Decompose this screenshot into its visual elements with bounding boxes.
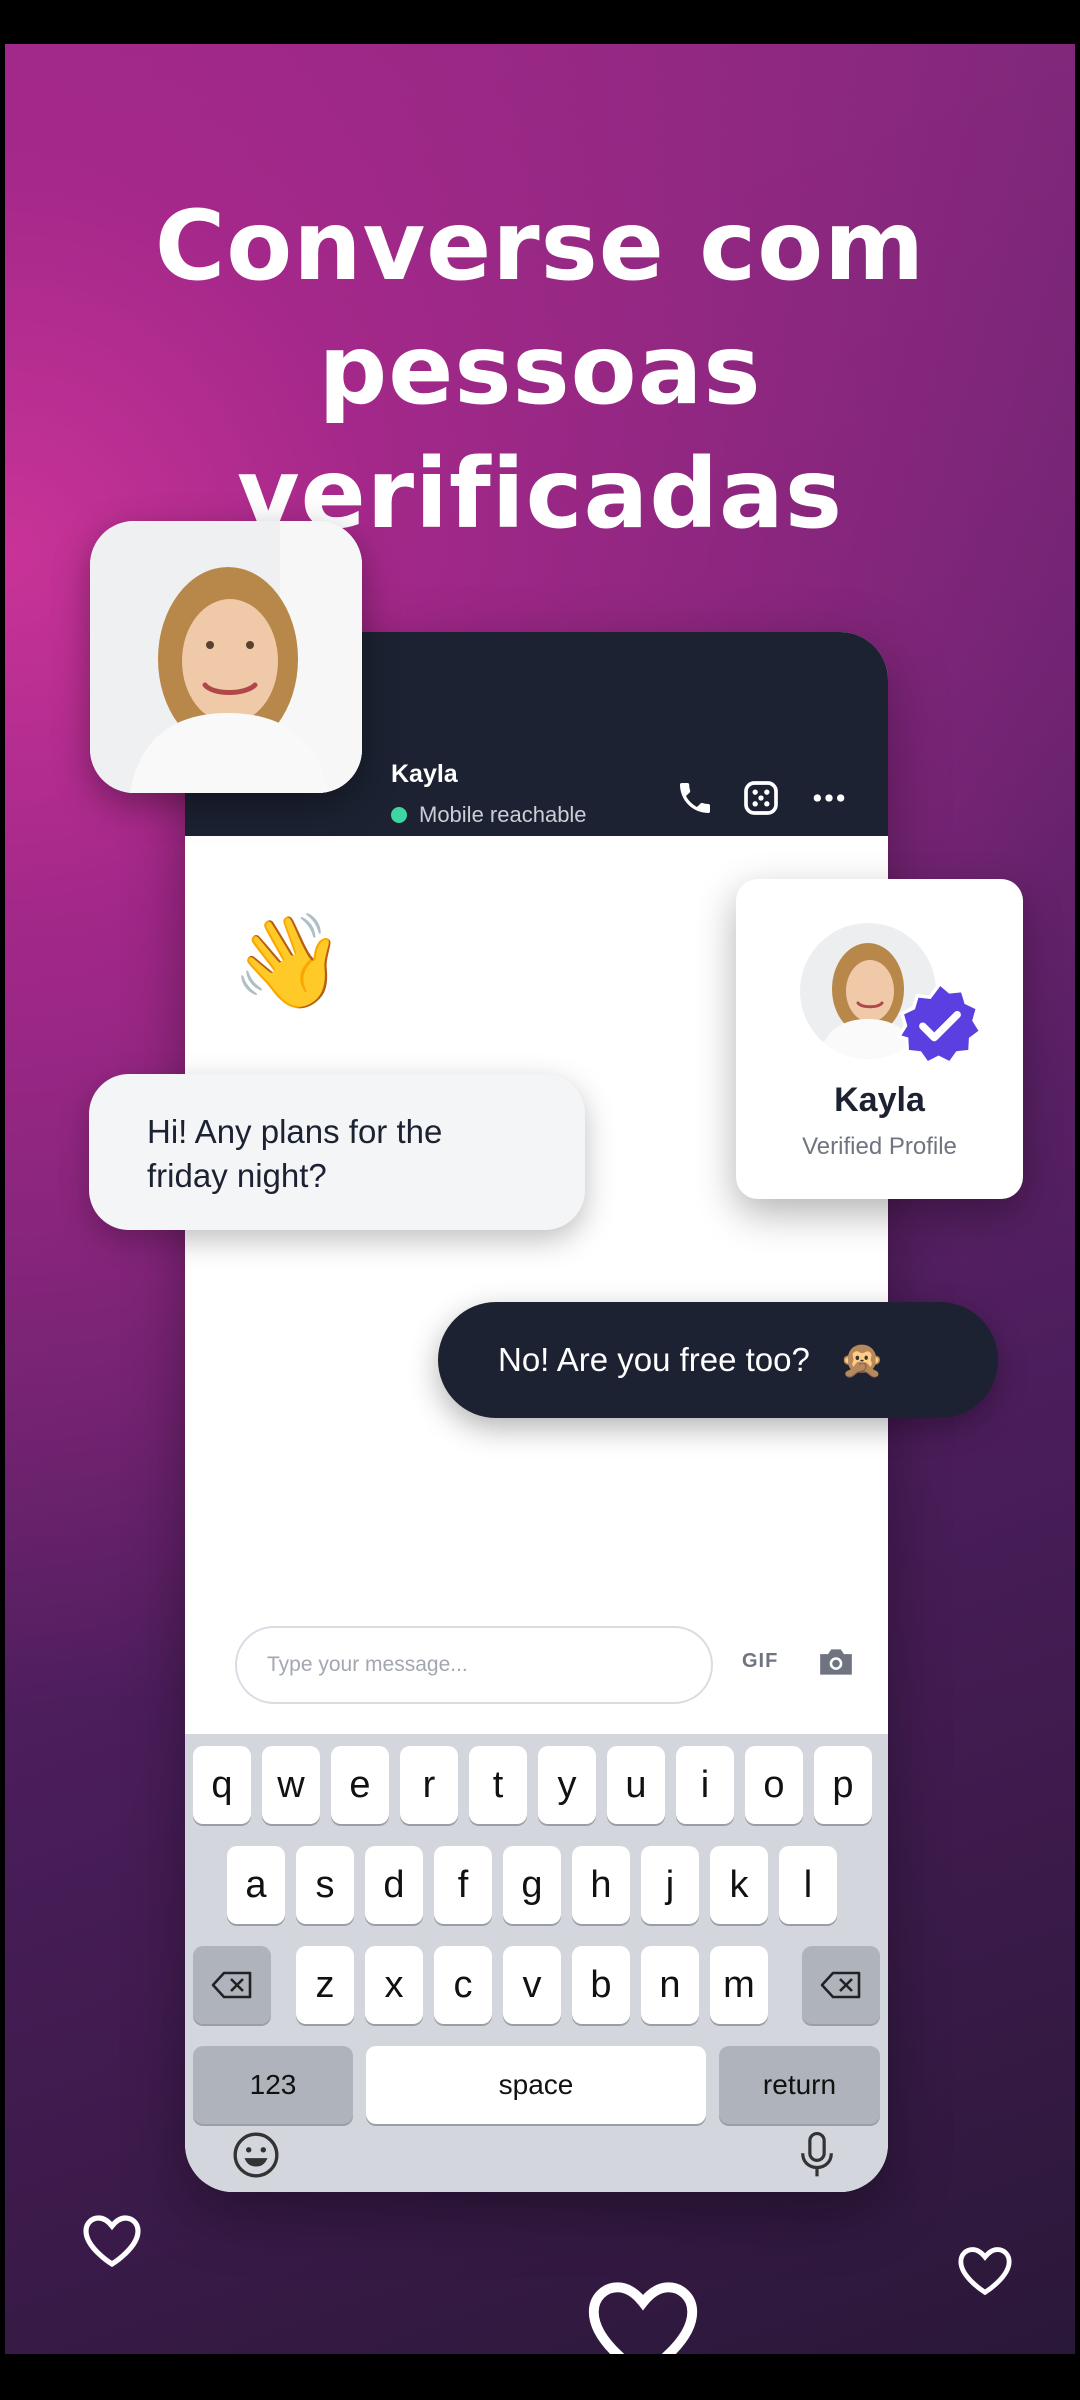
message-input[interactable] (235, 1626, 713, 1704)
emoji-icon[interactable] (231, 2130, 281, 2180)
key-x[interactable]: x (365, 1946, 423, 2024)
camera-icon[interactable] (817, 1646, 855, 1678)
key-c[interactable]: c (434, 1946, 492, 2024)
key-l[interactable]: l (779, 1846, 837, 1924)
contact-name: Kayla (391, 760, 458, 788)
key-j[interactable]: j (641, 1846, 699, 1924)
contact-status: Mobile reachable (391, 802, 587, 828)
key-o[interactable]: o (745, 1746, 803, 1824)
outgoing-message-text: No! Are you free too? (498, 1341, 810, 1378)
video-dice-icon[interactable] (741, 778, 781, 818)
headline: Converse com pessoas verificadas (5, 184, 1075, 556)
backspace-icon (211, 1971, 252, 1999)
keyboard: q w e r t y u i o p a s d f g h j k l z … (185, 1734, 888, 2192)
online-dot (391, 807, 407, 823)
key-b[interactable]: b (572, 1946, 630, 2024)
profile-photo-card (90, 521, 362, 793)
gif-button[interactable]: GIF (742, 1650, 778, 1673)
verified-profile-card[interactable]: Kayla Verified Profile (736, 879, 1023, 1199)
incoming-message-bubble: Hi! Any plans for the friday night? (89, 1074, 585, 1230)
key-r[interactable]: r (400, 1746, 458, 1824)
key-m[interactable]: m (710, 1946, 768, 2024)
headline-line-1: Converse com (154, 190, 926, 302)
backspace-key-left[interactable] (193, 1946, 271, 2024)
avatar (90, 521, 362, 793)
key-s[interactable]: s (296, 1846, 354, 1924)
key-f[interactable]: f (434, 1846, 492, 1924)
wave-emoji: 👋 (231, 911, 346, 1013)
key-e[interactable]: e (331, 1746, 389, 1824)
phone-icon[interactable] (675, 778, 715, 818)
heart-icon (83, 2215, 141, 2268)
key-y[interactable]: y (538, 1746, 596, 1824)
numbers-key[interactable]: 123 (193, 2046, 353, 2124)
outgoing-message-bubble: No! Are you free too? 🙊 (438, 1302, 998, 1418)
verified-badge-icon (896, 981, 984, 1066)
key-t[interactable]: t (469, 1746, 527, 1824)
key-n[interactable]: n (641, 1946, 699, 2024)
key-g[interactable]: g (503, 1846, 561, 1924)
status-text: Mobile reachable (419, 802, 587, 827)
backspace-icon (820, 1971, 861, 1999)
key-d[interactable]: d (365, 1846, 423, 1924)
space-key[interactable]: space (366, 2046, 706, 2124)
more-icon[interactable] (809, 778, 849, 818)
key-w[interactable]: w (262, 1746, 320, 1824)
key-q[interactable]: q (193, 1746, 251, 1824)
monkey-emoji: 🙊 (839, 1339, 885, 1380)
verified-name: Kayla (834, 1081, 925, 1119)
microphone-icon[interactable] (795, 2130, 839, 2180)
headline-line-2: pessoas (318, 314, 762, 426)
key-h[interactable]: h (572, 1846, 630, 1924)
key-z[interactable]: z (296, 1946, 354, 2024)
key-v[interactable]: v (503, 1946, 561, 2024)
heart-icon (958, 2247, 1012, 2296)
backspace-key[interactable] (802, 1946, 880, 2024)
verified-subtitle: Verified Profile (802, 1133, 957, 1160)
key-a[interactable]: a (227, 1846, 285, 1924)
heart-icon (588, 2282, 698, 2354)
key-u[interactable]: u (607, 1746, 665, 1824)
return-key[interactable]: return (719, 2046, 880, 2124)
app-screen: Converse com pessoas verificadas Kayla M… (5, 44, 1075, 2354)
key-i[interactable]: i (676, 1746, 734, 1824)
message-input-row: GIF (185, 1604, 888, 1734)
key-p[interactable]: p (814, 1746, 872, 1824)
key-k[interactable]: k (710, 1846, 768, 1924)
